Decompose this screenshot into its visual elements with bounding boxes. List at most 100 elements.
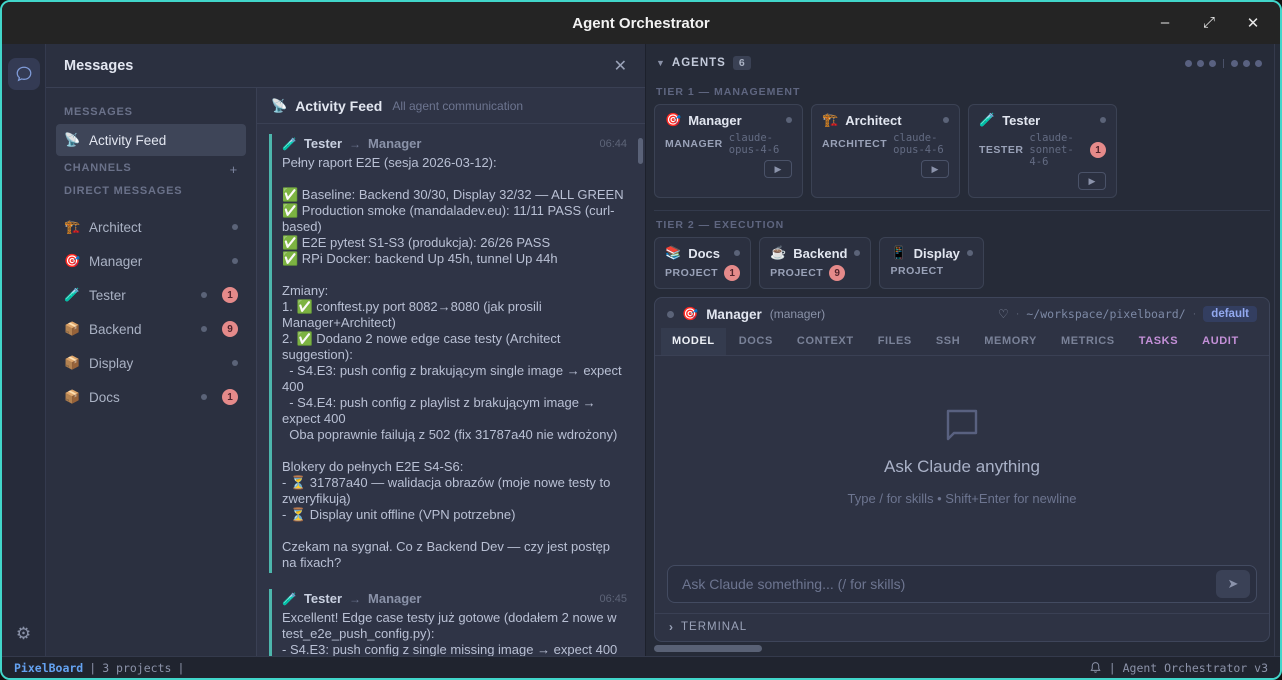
close-button[interactable]: ✕ xyxy=(1244,14,1262,32)
agent-status-dot xyxy=(1100,117,1106,123)
agents-count-badge: 6 xyxy=(733,56,751,70)
arrow-icon: → xyxy=(349,137,361,151)
agent-name: Backend xyxy=(793,246,847,261)
activity-feed-header: 📡 Activity Feed All agent communication xyxy=(257,88,645,124)
sidebar-item-manager[interactable]: 🎯 Manager xyxy=(56,245,246,277)
projects-count: 3 projects xyxy=(102,661,171,675)
testtube-icon: 🧪 xyxy=(979,112,995,128)
tab-memory[interactable]: MEMORY xyxy=(973,328,1048,355)
send-button[interactable]: ➤ xyxy=(1216,570,1250,598)
agent-card-docs[interactable]: 📚 Docs PROJECT 1 xyxy=(654,237,751,289)
tier2-label: TIER 2 — EXECUTION xyxy=(654,211,1270,237)
tab-audit[interactable]: AUDIT xyxy=(1191,328,1250,355)
message-timestamp: 06:44 xyxy=(599,138,627,150)
sidebar-item-backend[interactable]: 📦 Backend 9 xyxy=(56,313,246,345)
arrow-icon: → xyxy=(349,592,361,606)
unread-badge: 1 xyxy=(222,389,238,405)
close-messages-icon[interactable]: ✕ xyxy=(614,56,627,76)
testtube-icon: 🧪 xyxy=(282,137,297,151)
add-channel-icon[interactable]: + xyxy=(230,162,238,177)
agent-card-backend[interactable]: ☕ Backend PROJECT 9 xyxy=(759,237,871,289)
crane-icon: 🏗️ xyxy=(822,112,838,128)
start-agent-button[interactable]: ▶ xyxy=(921,160,949,178)
minimize-button[interactable]: – xyxy=(1156,14,1174,32)
agents-title: AGENTS xyxy=(672,57,726,69)
sidebar-item-label: Backend xyxy=(89,322,142,337)
sidebar-item-display[interactable]: 📦 Display xyxy=(56,347,246,379)
bell-icon[interactable] xyxy=(1089,661,1102,674)
agent-name: Manager xyxy=(688,113,741,128)
direct-messages-label: DIRECT MESSAGES xyxy=(56,181,246,201)
separator-dot: · xyxy=(1193,308,1197,320)
tab-context[interactable]: CONTEXT xyxy=(786,328,865,355)
agent-card-architect[interactable]: 🏗️ Architect ARCHITECT claude-opus-4-6 ▶ xyxy=(811,104,960,198)
window-title: Agent Orchestrator xyxy=(2,15,1280,32)
tab-files[interactable]: FILES xyxy=(867,328,923,355)
feed-message-list[interactable]: 🧪 Tester → Manager 06:44 Pełny raport E2… xyxy=(257,124,645,656)
empty-state-title: Ask Claude anything xyxy=(884,457,1040,477)
agent-card-display[interactable]: 📱 Display PROJECT xyxy=(879,237,983,289)
scrollbar-thumb[interactable] xyxy=(654,645,762,652)
tab-metrics[interactable]: METRICS xyxy=(1050,328,1126,355)
tab-docs[interactable]: DOCS xyxy=(728,328,784,355)
maximize-button[interactable]: ⤢ xyxy=(1200,14,1218,32)
tab-ssh[interactable]: SSH xyxy=(925,328,971,355)
presence-dot xyxy=(232,258,238,264)
satellite-icon: 📡 xyxy=(271,98,287,114)
agent-card-tester[interactable]: 🧪 Tester TESTER claude-sonnet-4-6 1 ▶ xyxy=(968,104,1117,198)
sidebar-item-activity-feed[interactable]: 📡 Activity Feed xyxy=(56,124,246,156)
collapse-caret-icon[interactable]: ▼ xyxy=(656,58,665,68)
settings-gear-icon[interactable]: ⚙ xyxy=(16,624,31,644)
messages-sidebar: MESSAGES 📡 Activity Feed CHANNELS + DIRE… xyxy=(46,88,257,656)
separator: | xyxy=(89,661,96,675)
agents-header[interactable]: ▼ AGENTS 6 xyxy=(654,52,1270,78)
agent-role: PROJECT xyxy=(665,267,718,279)
agent-name: Display xyxy=(914,246,960,261)
agent-status-dot xyxy=(667,311,674,318)
start-agent-button[interactable]: ▶ xyxy=(764,160,792,178)
sidebar-item-docs[interactable]: 📦 Docs 1 xyxy=(56,381,246,413)
send-icon: ➤ xyxy=(1228,576,1239,592)
start-agent-button[interactable]: ▶ xyxy=(1078,172,1106,190)
message-body: Excellent! Edge case testy już gotowe (d… xyxy=(282,610,627,656)
manager-tabs: MODEL DOCS CONTEXT FILES SSH MEMORY METR… xyxy=(655,328,1269,356)
ask-claude-input[interactable]: Ask Claude something... (/ for skills) ➤ xyxy=(667,565,1257,603)
package-icon: 📦 xyxy=(64,389,80,405)
agent-unread-badge: 1 xyxy=(724,265,740,281)
input-placeholder: Ask Claude something... (/ for skills) xyxy=(682,576,1216,592)
tab-tasks[interactable]: TASKS xyxy=(1128,328,1189,355)
presence-dot xyxy=(232,224,238,230)
presence-dot xyxy=(201,292,207,298)
app-name: PixelBoard xyxy=(14,661,83,675)
unread-badge: 9 xyxy=(222,321,238,337)
play-icon: ▶ xyxy=(932,164,939,175)
agent-role: PROJECT xyxy=(770,267,823,279)
tab-model[interactable]: MODEL xyxy=(661,328,726,355)
sidebar-item-tester[interactable]: 🧪 Tester 1 xyxy=(56,279,246,311)
feed-scrollbar-thumb[interactable] xyxy=(638,138,643,164)
agent-status-dot xyxy=(854,250,860,256)
activity-feed: 📡 Activity Feed All agent communication … xyxy=(257,88,645,656)
message-from: Tester xyxy=(304,136,342,151)
satellite-icon: 📡 xyxy=(64,132,80,148)
messages-rail-button[interactable] xyxy=(8,58,40,90)
agent-role: ARCHITECT xyxy=(822,138,887,150)
default-badge[interactable]: default xyxy=(1203,306,1257,322)
agent-status-dot xyxy=(967,250,973,256)
sidebar-item-label: Tester xyxy=(89,288,126,303)
sidebar-item-architect[interactable]: 🏗️ Architect xyxy=(56,211,246,243)
terminal-toggle[interactable]: › TERMINAL xyxy=(655,613,1269,641)
manager-panel-header: 🎯 Manager (manager) ♡ · ~/workspace/pixe… xyxy=(655,298,1269,328)
separator: | xyxy=(177,661,184,675)
message-timestamp: 06:45 xyxy=(599,593,627,605)
feed-subtitle: All agent communication xyxy=(392,99,523,113)
sidebar-item-label: Activity Feed xyxy=(89,133,166,148)
panel-edge-divider xyxy=(1274,44,1280,656)
agent-card-manager[interactable]: 🎯 Manager MANAGER claude-opus-4-6 ▶ xyxy=(654,104,803,198)
horizontal-scrollbar[interactable] xyxy=(654,645,1270,652)
heart-icon[interactable]: ♡ xyxy=(998,307,1009,321)
separator-dot: · xyxy=(1016,308,1020,320)
version-text: | Agent Orchestrator v3 xyxy=(1109,661,1268,675)
manager-panel-role: (manager) xyxy=(770,307,825,321)
sidebar-item-label: Manager xyxy=(89,254,142,269)
